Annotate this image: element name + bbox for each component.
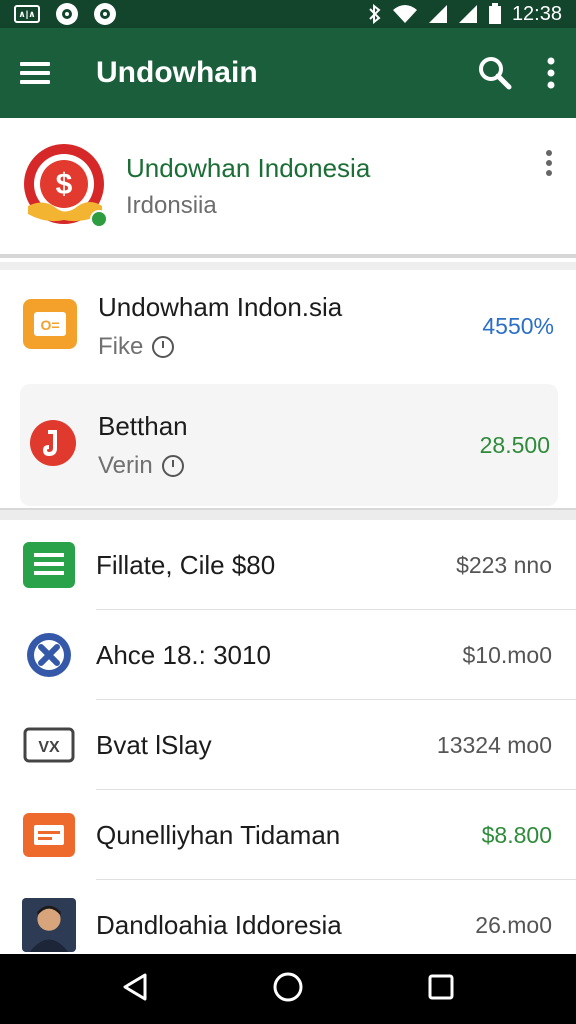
list-item[interactable]: Ahce 18.: 3010 $10.mo0 <box>0 610 576 700</box>
recents-icon[interactable] <box>427 973 455 1006</box>
signal-icon <box>428 5 447 23</box>
list-item-value: 13324 mo0 <box>436 731 552 758</box>
overflow-menu-icon[interactable] <box>546 57 556 89</box>
list-item[interactable]: VX Bvat lSlay 13324 mo0 <box>0 700 576 790</box>
list-item-value: 26.mo0 <box>475 911 552 938</box>
list-item-title: Qunelliyhan Tidaman <box>96 819 341 850</box>
vx-badge-icon: VX <box>22 721 76 769</box>
card-subtitle: Verin <box>98 452 188 480</box>
summary-card-2[interactable]: Betthan Verin 28.500 <box>20 384 558 506</box>
card-subtitle: Fike <box>98 333 342 361</box>
signal-graph-icon: ∧|∧ <box>14 5 40 23</box>
orange-wallet-icon: O= <box>22 298 78 355</box>
wifi-icon <box>392 5 417 23</box>
list-item-value: $223 nno <box>456 551 552 578</box>
summary-card-1[interactable]: O= Undowham Indon.sia Fike 4550% <box>0 270 576 382</box>
record-icon <box>94 3 116 25</box>
profile-more-icon[interactable] <box>544 149 554 182</box>
search-icon[interactable] <box>478 56 512 90</box>
list-item[interactable]: Fillate, Cile $80 $223 nno <box>0 520 576 610</box>
transaction-list: Fillate, Cile $80 $223 nno Ahce 18.: 301… <box>0 520 576 970</box>
list-item-title: Ahce 18.: 3010 <box>96 639 271 670</box>
clock-icon <box>161 454 184 477</box>
red-phone-icon <box>28 418 78 473</box>
battery-icon <box>488 3 501 24</box>
avatar: $ <box>22 144 108 228</box>
system-nav-bar <box>0 954 576 1024</box>
status-bar: ∧|∧ 12:38 <box>0 0 576 28</box>
blue-cross-icon <box>22 631 76 679</box>
svg-text:VX: VX <box>38 739 60 756</box>
home-icon[interactable] <box>272 971 304 1008</box>
app-title: Undowhain <box>96 56 258 89</box>
bluetooth-icon <box>369 4 381 24</box>
clock-icon <box>152 335 175 358</box>
list-item-value: $8.800 <box>481 821 552 848</box>
signal-2-icon <box>458 5 477 23</box>
status-time: 12:38 <box>511 2 562 25</box>
svg-text:$: $ <box>56 168 73 201</box>
list-item-title: Fillate, Cile $80 <box>96 549 276 580</box>
list-item-title: Dandloahia Iddoresia <box>96 909 342 940</box>
back-icon[interactable] <box>121 972 149 1007</box>
list-item[interactable]: Qunelliyhan Tidaman $8.800 <box>0 790 576 880</box>
orange-card-icon <box>22 811 76 859</box>
section-divider <box>0 262 576 270</box>
online-status-dot <box>90 210 108 228</box>
app-bar: Undowhain <box>0 28 576 118</box>
profile-name: Undowhan Indonesia <box>126 152 371 183</box>
list-item-value: $10.mo0 <box>462 641 552 668</box>
profile-subtitle: Irdonsiia <box>126 191 217 219</box>
menu-icon[interactable] <box>20 55 56 91</box>
person-photo-icon <box>22 898 76 952</box>
section-divider-thick <box>0 508 576 520</box>
sync-icon <box>56 3 78 25</box>
svg-text:O=: O= <box>40 317 59 333</box>
card-value: 4550% <box>482 312 554 339</box>
card-value: 28.500 <box>479 431 550 458</box>
list-item-title: Bvat lSlay <box>96 729 212 760</box>
profile-card[interactable]: $ Undowhan Indonesia Irdonsiia <box>0 118 576 258</box>
card-title: Undowham Indon.sia <box>98 291 343 322</box>
card-title: Betthan <box>98 410 188 441</box>
green-doc-icon <box>22 541 76 589</box>
